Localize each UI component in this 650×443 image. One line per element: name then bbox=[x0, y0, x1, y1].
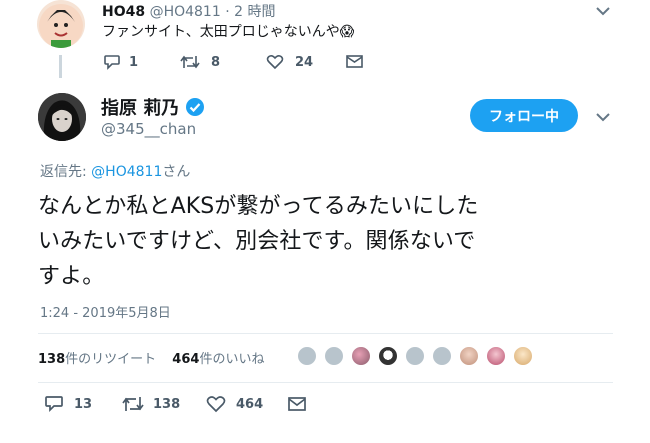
reply-to-handle-link[interactable]: @HO4811 bbox=[91, 164, 162, 180]
main-author-handle[interactable]: @345__chan bbox=[101, 120, 196, 138]
main-dm-action[interactable] bbox=[288, 397, 306, 411]
main-tweet-text-line: なんとか私とAKSが繋がってるみたいにした bbox=[38, 194, 479, 219]
heart-icon bbox=[266, 54, 284, 70]
main-author-name[interactable]: 指原 莉乃 bbox=[101, 94, 179, 120]
liker-avatar[interactable] bbox=[512, 345, 534, 367]
reply-icon bbox=[45, 396, 63, 413]
like-stat-number: 464 bbox=[172, 352, 200, 367]
main-author-row: 指原 莉乃 bbox=[101, 94, 205, 120]
ho48-avatar[interactable] bbox=[37, 0, 85, 48]
liker-avatar[interactable] bbox=[377, 345, 399, 367]
liker-avatar[interactable] bbox=[296, 345, 318, 367]
main-reply-count: 13 bbox=[74, 396, 93, 412]
mail-icon bbox=[346, 55, 363, 68]
liker-avatar[interactable] bbox=[431, 345, 453, 367]
liker-avatar[interactable] bbox=[404, 345, 426, 367]
chevron-down-icon[interactable] bbox=[596, 6, 610, 16]
reply-author-handle[interactable]: @HO4811 bbox=[150, 4, 221, 20]
reply-like-count: 24 bbox=[295, 54, 314, 70]
reply-to-suffix: さん bbox=[162, 164, 191, 180]
sashihara-avatar[interactable] bbox=[38, 93, 86, 141]
main-retweet-action[interactable]: 138 bbox=[121, 395, 180, 413]
retweet-icon bbox=[180, 55, 200, 69]
main-reply-action[interactable]: 13 bbox=[44, 395, 92, 413]
reply-dm-action[interactable] bbox=[346, 55, 363, 68]
retweet-stat[interactable]: 138件のリツイート bbox=[38, 352, 160, 367]
engagement-stats: 138件のリツイート 464件のいいね bbox=[38, 348, 264, 367]
retweet-stat-label: 件のリツイート bbox=[65, 352, 157, 367]
main-tweet-text-line: いみたいですけど、別会社です。関係ないで bbox=[38, 229, 476, 254]
like-stat-label: 件のいいね bbox=[199, 352, 265, 367]
reply-icon bbox=[104, 55, 120, 70]
liker-avatar[interactable] bbox=[323, 345, 345, 367]
main-like-action[interactable]: 464 bbox=[206, 395, 263, 413]
reply-to-line: 返信先: @HO4811さん bbox=[40, 161, 190, 181]
reply-reply-action[interactable]: 1 bbox=[103, 54, 138, 70]
chevron-down-icon[interactable] bbox=[596, 112, 610, 122]
reply-retweet-action[interactable]: 8 bbox=[179, 54, 220, 70]
main-like-count: 464 bbox=[236, 396, 264, 412]
thread-line bbox=[59, 55, 62, 78]
tweet-timestamp[interactable]: 1:24 - 2019年5月8日 bbox=[40, 302, 171, 321]
reply-tweet-text: ファンサイト、太田プロじゃないんや😱 bbox=[102, 24, 355, 40]
likers-avatar-list bbox=[296, 345, 534, 367]
liker-avatar[interactable] bbox=[458, 345, 480, 367]
reply-time[interactable]: 2 時間 bbox=[234, 4, 275, 20]
following-button-label: フォロー中 bbox=[489, 108, 559, 125]
like-stat[interactable]: 464件のいいね bbox=[172, 352, 264, 367]
reply-retweet-count: 8 bbox=[211, 54, 221, 70]
following-button[interactable]: フォロー中 bbox=[470, 99, 578, 132]
retweet-stat-number: 138 bbox=[38, 352, 66, 367]
main-tweet-text: なんとか私とAKSが繋がってるみたいにした いみたいですけど、別会社です。関係な… bbox=[38, 189, 478, 294]
reply-separator: · bbox=[225, 4, 230, 20]
divider bbox=[38, 333, 613, 334]
retweet-icon bbox=[122, 397, 144, 411]
reply-author-name[interactable]: HO48 bbox=[102, 4, 145, 20]
main-retweet-count: 138 bbox=[153, 396, 181, 412]
heart-icon bbox=[206, 396, 226, 413]
liker-avatar[interactable] bbox=[350, 345, 372, 367]
mail-icon bbox=[288, 397, 306, 411]
reply-to-prefix: 返信先: bbox=[40, 164, 92, 180]
reply-like-action[interactable]: 24 bbox=[266, 54, 313, 70]
divider bbox=[38, 382, 613, 383]
reply-reply-count: 1 bbox=[129, 54, 139, 70]
main-tweet-text-line: すよ。 bbox=[38, 264, 105, 289]
liker-avatar[interactable] bbox=[485, 345, 507, 367]
reply-tweet-header: HO48 @HO4811 · 2 時間 bbox=[102, 1, 275, 21]
verified-badge-icon bbox=[186, 98, 205, 116]
